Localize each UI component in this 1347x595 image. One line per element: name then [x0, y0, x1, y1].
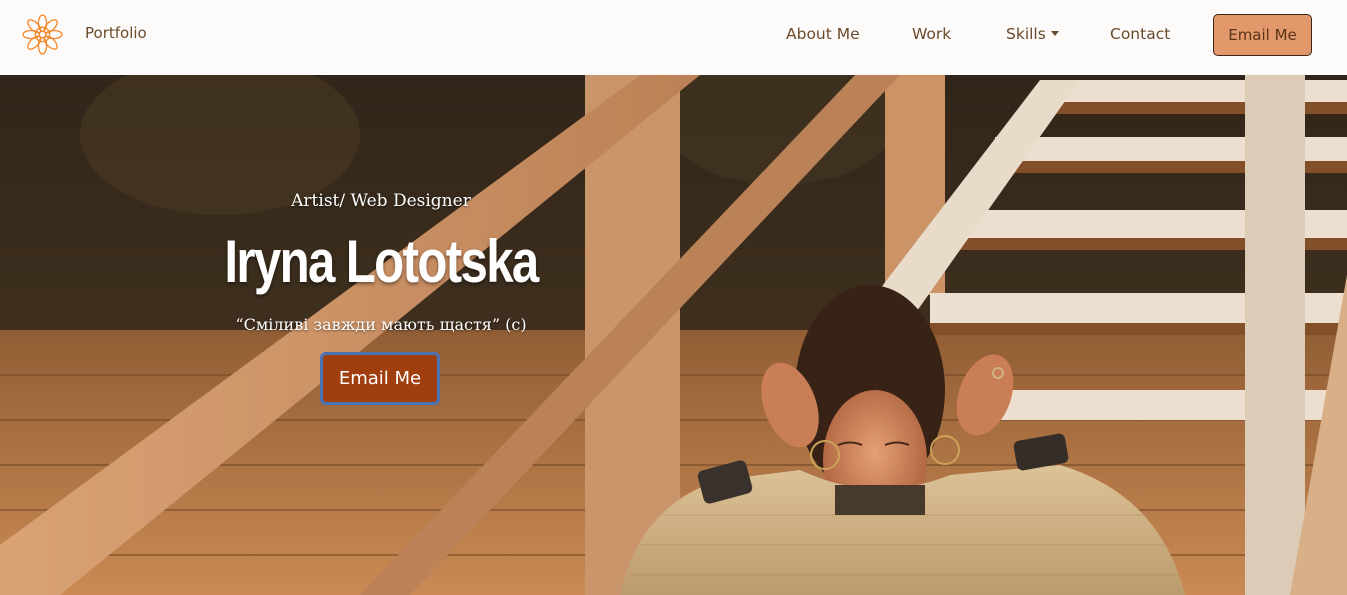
mandala-logo-icon[interactable] [22, 14, 63, 55]
navbar: Portfolio About Me Work Skills Contact E… [0, 0, 1347, 75]
nav-skills-dropdown[interactable]: Skills [1006, 25, 1059, 43]
nav-skills-label: Skills [1006, 25, 1046, 43]
hero-quote: “Сміливі завжди мають щастя” (с) [235, 315, 527, 334]
hero-section: Artist/ Web Designer Iryna Lototska “Смі… [0, 75, 1347, 595]
hero-background-photo [0, 75, 1347, 595]
nav-work-link[interactable]: Work [912, 25, 951, 43]
nav-email-button[interactable]: Email Me [1213, 14, 1312, 56]
nav-contact-link[interactable]: Contact [1110, 25, 1170, 43]
brand-link[interactable]: Portfolio [85, 24, 147, 42]
hero-name-heading: Iryna Lototska [224, 228, 539, 295]
hero-subtitle: Artist/ Web Designer [291, 191, 471, 211]
hero-email-button[interactable]: Email Me [320, 352, 440, 405]
nav-about-link[interactable]: About Me [786, 25, 860, 43]
caret-down-icon [1050, 31, 1059, 36]
